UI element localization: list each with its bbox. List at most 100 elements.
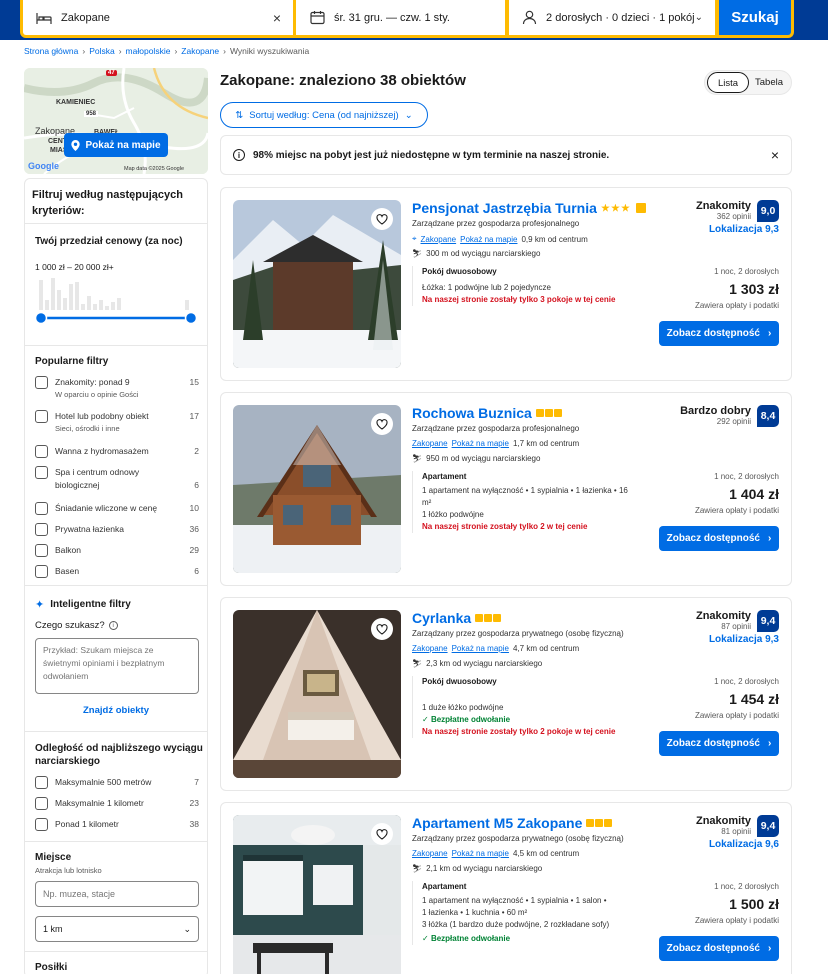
- city-link[interactable]: Zakopane: [412, 439, 448, 448]
- view-list-button[interactable]: Lista: [707, 72, 749, 93]
- checkbox[interactable]: [35, 776, 48, 789]
- checkbox[interactable]: [35, 502, 48, 515]
- smart-query-input[interactable]: [35, 638, 199, 694]
- clear-icon[interactable]: ×: [273, 10, 281, 26]
- review-count: 81 opinii: [721, 827, 751, 836]
- view-table-button[interactable]: Tabela: [749, 72, 789, 93]
- show-on-map-link[interactable]: Pokaż na mapie: [452, 439, 509, 448]
- property-title[interactable]: Pensjonat Jastrzębia Turnia: [412, 200, 597, 216]
- see-availability-button[interactable]: Zobacz dostępność ›: [659, 526, 779, 551]
- property-photo[interactable]: [233, 815, 401, 974]
- show-on-map-link[interactable]: Pokaż na mapie: [452, 644, 509, 653]
- destination-field[interactable]: Zakopane ×: [20, 0, 296, 38]
- property-card[interactable]: Rochowa Buznica Zarządzane przez gospoda…: [220, 392, 792, 586]
- property-card[interactable]: Pensjonat Jastrzębia Turnia Zarządzane p…: [220, 187, 792, 381]
- property-photo[interactable]: [233, 200, 401, 368]
- breadcrumb-region[interactable]: małopolskie: [126, 46, 171, 56]
- popular-filters: Popularne filtry Znakomity: ponad 9 W opa…: [25, 345, 207, 585]
- property-name[interactable]: Cyrlanka: [412, 610, 502, 626]
- checkbox[interactable]: [35, 376, 48, 389]
- checkbox[interactable]: [35, 523, 48, 536]
- city-link[interactable]: Zakopane: [421, 235, 457, 244]
- property-title[interactable]: Apartament M5 Zakopane: [412, 815, 582, 831]
- filter-breakfast[interactable]: Śniadanie wliczone w cenę 10: [35, 502, 199, 515]
- price: 1 454 zł: [729, 691, 779, 707]
- dates-field[interactable]: śr. 31 gru. — czw. 1 sty.: [296, 0, 508, 38]
- sort-button[interactable]: ⇅ Sortuj według: Cena (od najniższej) ⌄: [220, 102, 428, 128]
- show-on-map-link[interactable]: Pokaż na mapie: [452, 849, 509, 858]
- checkbox[interactable]: [35, 466, 48, 479]
- see-availability-button[interactable]: Zobacz dostępność ›: [659, 731, 779, 756]
- radius-select[interactable]: 1 km ⌄: [35, 916, 199, 942]
- price-slider-min-handle[interactable]: [35, 311, 48, 325]
- review-score: 9,4: [757, 815, 779, 837]
- filter-count: 10: [189, 503, 199, 513]
- chevron-down-icon[interactable]: ⌄: [695, 12, 703, 23]
- info-icon[interactable]: i: [108, 621, 118, 630]
- meals-filter-title: Posiłki: [35, 962, 68, 973]
- property-title[interactable]: Rochowa Buznica: [412, 405, 532, 421]
- city-link[interactable]: Zakopane: [412, 849, 448, 858]
- property-card[interactable]: Cyrlanka Zarządzany przez gospodarza pry…: [220, 597, 792, 791]
- filter-excellent[interactable]: Znakomity: ponad 9 W oparciu o opinie Goś…: [35, 376, 199, 400]
- free-cancellation: ✓ Bezpłatne odwołanie: [422, 934, 511, 943]
- filter-label: Basen: [55, 566, 80, 576]
- price-slider-max-handle[interactable]: [184, 311, 198, 325]
- checkbox[interactable]: [35, 544, 48, 557]
- heart-icon[interactable]: [371, 413, 393, 435]
- breadcrumb-country[interactable]: Polska: [89, 46, 115, 56]
- checkbox[interactable]: [35, 818, 48, 831]
- property-name[interactable]: Pensjonat Jastrzębia Turnia: [412, 200, 646, 216]
- filter-pool[interactable]: Basen 6: [35, 565, 199, 578]
- see-availability-button[interactable]: Zobacz dostępność ›: [659, 936, 779, 961]
- heart-icon[interactable]: [371, 823, 393, 845]
- chevron-down-icon: ⌄: [404, 109, 413, 121]
- checkbox[interactable]: [35, 797, 48, 810]
- bed-icon: [35, 9, 53, 27]
- destination-value[interactable]: Zakopane: [61, 12, 273, 24]
- show-on-map-link[interactable]: Pokaż na mapie: [460, 235, 517, 244]
- heart-icon[interactable]: [371, 618, 393, 640]
- heart-icon[interactable]: [371, 208, 393, 230]
- place-input[interactable]: [35, 881, 199, 907]
- dates-value[interactable]: śr. 31 gru. — czw. 1 sty.: [334, 12, 505, 24]
- checkbox[interactable]: [35, 445, 48, 458]
- property-name[interactable]: Rochowa Buznica: [412, 405, 562, 421]
- checkbox[interactable]: [35, 565, 48, 578]
- filter-spa[interactable]: Spa i centrum odnowy biologicznej 6: [35, 466, 199, 492]
- ski-row: ⛷ 2,1 km od wyciągu narciarskiego: [412, 864, 542, 873]
- filter-ski-over-1km[interactable]: Ponad 1 kilometr 38: [35, 818, 199, 831]
- histogram-bar: [57, 290, 61, 310]
- filter-count: 36: [189, 524, 199, 534]
- guests-field[interactable]: 2 dorosłych · 0 dzieci · 1 pokój ⌄: [506, 0, 718, 38]
- property-photo[interactable]: [233, 610, 401, 778]
- city-link[interactable]: Zakopane: [412, 644, 448, 653]
- breadcrumb-home[interactable]: Strona główna: [24, 46, 78, 56]
- filter-ski-1km[interactable]: Maksymalnie 1 kilometr 23: [35, 797, 199, 810]
- location-row: Zakopane Pokaż na mapie 4,5 km od centru…: [412, 849, 579, 858]
- filter-bathroom[interactable]: Prywatna łazienka 36: [35, 523, 199, 536]
- filter-hotel[interactable]: Hotel lub podobny obiekt Sieci, ośrodki i…: [35, 410, 199, 434]
- map-attribution: Map data ©2025 Google: [124, 166, 185, 172]
- review-count: 87 opinii: [721, 622, 751, 631]
- property-photo[interactable]: [233, 405, 401, 573]
- breadcrumb-city[interactable]: Zakopane: [181, 46, 219, 56]
- histogram-bar: [39, 280, 43, 310]
- show-on-map-button[interactable]: Pokaż na mapie: [64, 133, 168, 157]
- ski-distance-filter: Odległość od najbliższego wyciągu narcia…: [25, 731, 207, 841]
- filter-hot-tub[interactable]: Wanna z hydromasażem 2: [35, 445, 199, 458]
- search-button[interactable]: Szukaj: [716, 0, 794, 38]
- guests-value[interactable]: 2 dorosłych · 0 dzieci · 1 pokój: [546, 12, 695, 24]
- checkbox[interactable]: [35, 410, 48, 423]
- close-icon[interactable]: ×: [771, 147, 779, 163]
- map-preview[interactable]: 47 958 KAMIENIEC Zakopane CENTRUM MIASTA…: [24, 68, 208, 174]
- find-properties-button[interactable]: Znajdź obiekty: [25, 705, 207, 716]
- filter-balcony[interactable]: Balkon 29: [35, 544, 199, 557]
- ski-distance: 950 m od wyciągu narciarskiego: [426, 454, 541, 463]
- property-name[interactable]: Apartament M5 Zakopane: [412, 815, 613, 831]
- see-availability-button[interactable]: Zobacz dostępność ›: [659, 321, 779, 346]
- property-title[interactable]: Cyrlanka: [412, 610, 471, 626]
- property-card[interactable]: Apartament M5 Zakopane Zarządzany przez …: [220, 802, 792, 974]
- fees-note: Zawiera opłaty i podatki: [694, 301, 779, 310]
- filter-ski-500m[interactable]: Maksymalnie 500 metrów 7: [35, 776, 199, 789]
